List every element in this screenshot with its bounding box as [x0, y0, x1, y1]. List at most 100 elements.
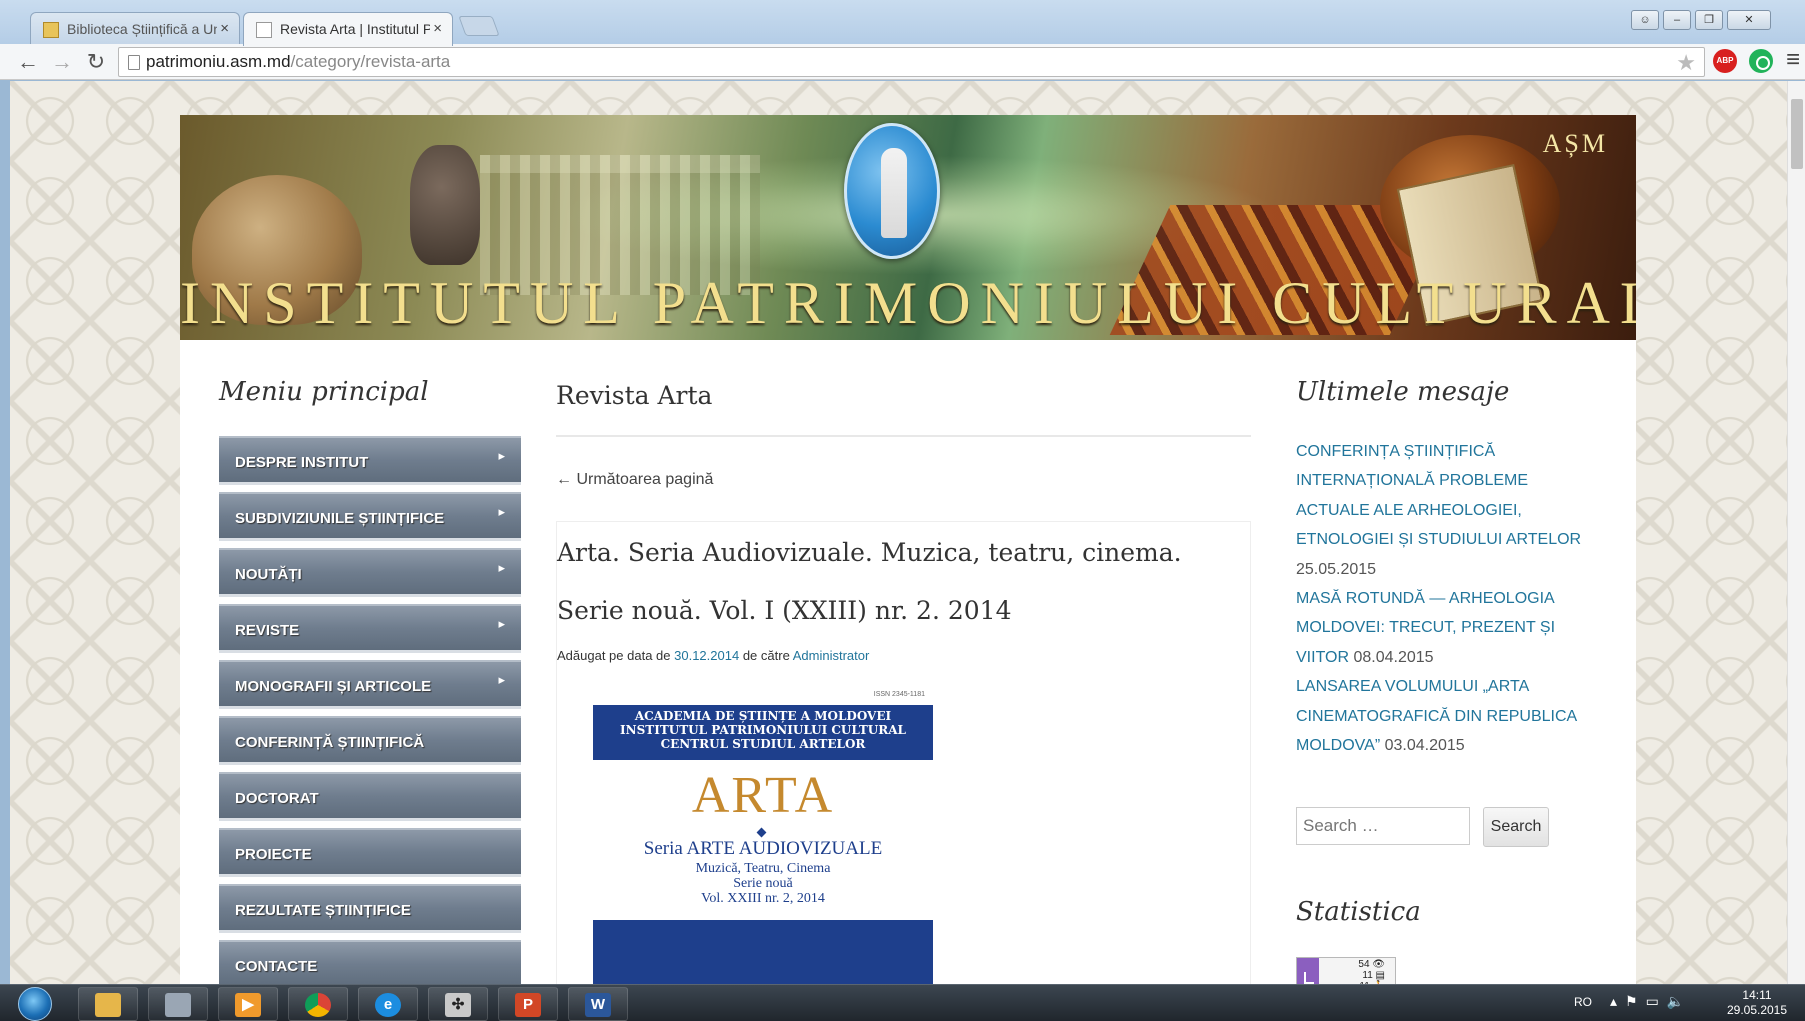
action-center-flag-icon[interactable]: ⚑ — [1625, 993, 1646, 1009]
taskbar-app-button[interactable]: ✣ — [428, 987, 488, 1021]
chrome-menu-icon[interactable]: ≡ — [1786, 46, 1800, 74]
cover-bottom-band — [593, 920, 933, 984]
menu-item-label: REZULTATE ȘTIINȚIFICE — [235, 902, 411, 919]
cover-sub-line: Vol. XXIII nr. 2, 2014 — [701, 891, 825, 906]
bookmark-favicon-icon — [43, 22, 59, 38]
left-sidebar: Meniu principal DESPRE INSTITUT ▸ SUBDIV… — [219, 377, 521, 984]
post-meta-prefix: Adăugat pe data de — [557, 648, 671, 663]
minimize-button[interactable]: – — [1663, 10, 1691, 30]
green-extension-icon[interactable] — [1749, 49, 1773, 73]
title-divider — [556, 435, 1251, 437]
statistics-title: Statistica — [1296, 897, 1421, 928]
browser-titlebar: Biblioteca Științifică a Uni × Revista A… — [0, 0, 1805, 46]
tab-revista-arta[interactable]: Revista Arta | Institutul Pat × — [243, 12, 453, 46]
search-input[interactable] — [1296, 807, 1470, 846]
close-tab-icon[interactable]: × — [220, 13, 229, 45]
eye-icon: 👁 — [1372, 959, 1385, 971]
network-icon[interactable]: ▭ — [1646, 993, 1667, 1009]
post-meta-by: de către — [742, 648, 790, 663]
user-icon[interactable]: ☺ — [1631, 10, 1659, 30]
bookmark-star-icon[interactable]: ★ — [1676, 50, 1696, 76]
volume-icon[interactable]: 🔈 — [1667, 993, 1692, 1009]
post-author-link[interactable]: Administrator — [793, 648, 870, 663]
adblock-plus-icon[interactable]: ABP — [1713, 49, 1737, 73]
back-icon[interactable]: ← — [14, 48, 42, 76]
menu-item-proiecte[interactable]: PROIECTE — [219, 828, 521, 877]
stats-views: 54 — [1358, 959, 1370, 971]
address-bar[interactable]: patrimoniu.asm.md/category/revista-arta … — [118, 47, 1705, 77]
start-button-icon[interactable] — [18, 987, 52, 1021]
post-article: Arta. Seria Audiovizuale. Muzica, teatru… — [556, 521, 1251, 984]
close-window-button[interactable]: ✕ — [1727, 10, 1771, 30]
restore-button[interactable]: ❐ — [1695, 10, 1723, 30]
recent-post-date: 08.04.2015 — [1353, 648, 1434, 666]
cover-header-line: CENTRUL STUDIUL ARTELOR — [660, 737, 866, 751]
page-title: Revista Arta — [556, 381, 713, 410]
main-content: Revista Arta ← Următoarea pagină Arta. S… — [556, 377, 1251, 984]
cover-subtitle: Muzică, Teatru, Cinema Serie nouă Vol. X… — [593, 861, 933, 906]
cover-sub-line: Serie nouă — [733, 876, 793, 891]
stats-numbers: 54 👁 11 ▤ 11 🚶 — [1358, 959, 1385, 984]
site-title: INSTITUTUL PATRIMONIULUI CULTURAL — [180, 270, 1636, 336]
forward-icon[interactable]: → — [48, 48, 76, 76]
menu-item-noutati[interactable]: NOUTĂȚI ▸ — [219, 548, 521, 597]
show-hidden-icons-icon[interactable]: ▴ — [1610, 993, 1625, 1009]
recent-post-link[interactable]: Conferința Științifică Internațională Pr… — [1296, 443, 1581, 548]
recent-posts-list: Conferința Științifică Internațională Pr… — [1296, 437, 1596, 760]
tab-biblioteca[interactable]: Biblioteca Științifică a Uni × — [30, 12, 240, 46]
taskbar-word-button[interactable]: W — [568, 987, 628, 1021]
post-title-link[interactable]: Arta. Seria Audiovizuale. Muzica, teatru… — [557, 522, 1250, 640]
menu-item-reviste[interactable]: REVISTE ▸ — [219, 604, 521, 653]
cover-issn: ISSN 2345-1181 — [873, 691, 925, 698]
taskbar-media-player-button[interactable]: ▶ — [218, 987, 278, 1021]
asm-logo: AȘM — [1542, 129, 1608, 158]
page-viewport: AȘM INSTITUTUL PATRIMONIULUI CULTURAL Me… — [10, 81, 1787, 984]
cover-diamond-icon — [756, 827, 767, 838]
cover-header-line: INSTITUTUL PATRIMONIULUI CULTURAL — [620, 723, 906, 737]
taskbar-powerpoint-button[interactable]: P — [498, 987, 558, 1021]
language-indicator[interactable]: RO — [1574, 995, 1592, 1009]
menu-item-label: CONTACTE — [235, 958, 318, 975]
post-date-link[interactable]: 30.12.2014 — [674, 648, 739, 663]
search-button[interactable]: Search — [1483, 807, 1549, 848]
taskbar-ie-button[interactable]: e — [358, 987, 418, 1021]
menu-item-label: DESPRE INSTITUT — [235, 454, 369, 471]
submenu-arrow-icon: ▸ — [498, 672, 505, 687]
recent-post-item: Lansarea volumului „Arta cinematografică… — [1296, 672, 1596, 760]
taskbar-calculator-button[interactable] — [148, 987, 208, 1021]
menu-item-rezultate[interactable]: REZULTATE ȘTIINȚIFICE — [219, 884, 521, 933]
submenu-arrow-icon: ▸ — [498, 616, 505, 631]
new-tab-button[interactable] — [458, 16, 500, 36]
cover-sub-line: Muzică, Teatru, Cinema — [695, 861, 831, 876]
stats-visits: 11 — [1362, 970, 1373, 982]
submenu-arrow-icon: ▸ — [498, 560, 505, 575]
menu-item-contacte[interactable]: CONTACTE — [219, 940, 521, 984]
menu-item-monografii[interactable]: MONOGRAFII ȘI ARTICOLE ▸ — [219, 660, 521, 709]
jug-image — [410, 145, 480, 265]
right-sidebar: Ultimele mesaje Conferința Științifică I… — [1296, 377, 1596, 984]
site-container: AȘM INSTITUTUL PATRIMONIULUI CULTURAL Me… — [180, 115, 1636, 984]
close-tab-icon[interactable]: × — [433, 13, 442, 45]
recent-post-date: 25.05.2015 — [1296, 560, 1377, 578]
site-banner[interactable]: AȘM INSTITUTUL PATRIMONIULUI CULTURAL — [180, 115, 1636, 340]
taskbar-explorer-button[interactable] — [78, 987, 138, 1021]
menu-item-subdiviziunile[interactable]: SUBDIVIZIUNILE ȘTIINȚIFICE ▸ — [219, 492, 521, 541]
apollo-figure-icon — [881, 148, 907, 238]
page-scrollbar[interactable] — [1787, 81, 1805, 984]
next-page-link[interactable]: ← Următoarea pagină — [556, 471, 1251, 489]
menu-item-despre-institut[interactable]: DESPRE INSTITUT ▸ — [219, 436, 521, 485]
menu-item-conferinta[interactable]: CONFERINȚĂ ȘTIINȚIFICĂ — [219, 716, 521, 765]
journal-cover-image[interactable]: ISSN 2345-1181 ACADEMIA DE ȘTIINȚE A MOL… — [557, 689, 933, 984]
submenu-arrow-icon: ▸ — [498, 504, 505, 519]
taskbar-chrome-button[interactable] — [288, 987, 348, 1021]
statistics-counter[interactable]: 54 👁 11 ▤ 11 🚶 — [1296, 957, 1396, 984]
scrollbar-thumb[interactable] — [1791, 99, 1803, 169]
page-favicon-icon — [256, 22, 272, 38]
word-icon: W — [585, 993, 611, 1017]
recent-post-date: 03.04.2015 — [1384, 737, 1465, 755]
reload-icon[interactable]: ↻ — [82, 48, 110, 76]
menu-item-label: CONFERINȚĂ ȘTIINȚIFICĂ — [235, 734, 425, 751]
menu-item-doctorat[interactable]: DOCTORAT — [219, 772, 521, 821]
system-clock[interactable]: 14:11 29.05.2015 — [1722, 988, 1792, 1018]
chrome-icon — [305, 993, 331, 1017]
